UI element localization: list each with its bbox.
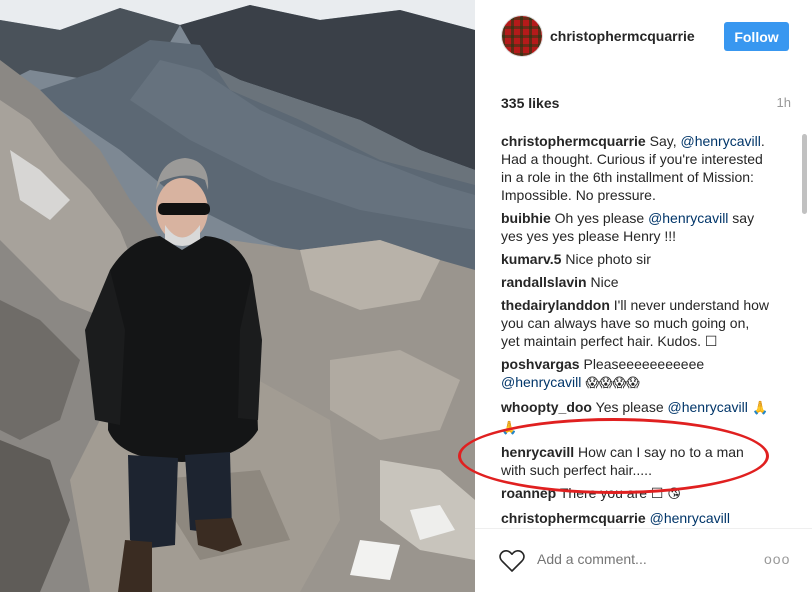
comment-text: Nice	[586, 274, 619, 290]
post-panel: christophermcquarrie Follow 335 likes 1h…	[458, 0, 812, 592]
comment-text: Nice photo sir	[561, 251, 651, 267]
more-options-icon[interactable]: ooo	[764, 551, 790, 567]
comments-scrollbar[interactable]	[798, 124, 808, 528]
avatar[interactable]	[501, 15, 543, 57]
comment-item: poshvargas Pleaseeeeeeeeeee @henrycavill…	[501, 355, 769, 393]
comment-text: Say,	[645, 133, 681, 149]
comment-item: randallslavin Nice	[501, 273, 769, 291]
comment-item: buibhie Oh yes please @henrycavill say y…	[501, 209, 769, 245]
comment-username[interactable]: randallslavin	[501, 274, 587, 290]
post-time[interactable]: 1h	[777, 95, 791, 110]
mention-link[interactable]: @henrycavill	[680, 133, 760, 149]
comment-username[interactable]: christophermcquarrie	[501, 510, 646, 526]
comment-item: christophermcquarrie Say, @henrycavill. …	[501, 132, 769, 204]
comment-username[interactable]: poshvargas	[501, 356, 580, 372]
comment-username[interactable]: kumarv.5	[501, 251, 561, 267]
follow-button[interactable]: Follow	[724, 22, 789, 51]
emoji-text: 😱😱😱😱	[581, 376, 640, 391]
likes-row: 335 likes 1h	[501, 95, 791, 115]
mention-link[interactable]: @henrycavill	[650, 510, 730, 526]
post-header: christophermcquarrie Follow	[475, 0, 812, 75]
comment-text: Yes please	[592, 399, 668, 415]
mention-link[interactable]: @henrycavill	[668, 399, 748, 415]
likes-count[interactable]: 335 likes	[501, 95, 559, 111]
heart-icon[interactable]	[499, 549, 525, 573]
mention-link[interactable]: @henrycavill	[648, 210, 728, 226]
comment-item: kumarv.5 Nice photo sir	[501, 250, 769, 268]
scrollbar-thumb[interactable]	[802, 134, 807, 214]
comment-item: thedairylanddon I'll never understand ho…	[501, 296, 769, 350]
comment-username[interactable]: thedairylanddon	[501, 297, 610, 313]
comment-username[interactable]: buibhie	[501, 210, 551, 226]
comment-item: christophermcquarrie @henrycavill	[501, 509, 769, 527]
comment-text: Oh yes please	[550, 210, 649, 226]
comment-text: Pleaseeeeeeeeeee	[579, 356, 705, 372]
comment-footer: ooo	[475, 528, 812, 592]
mention-link[interactable]: @henrycavill	[501, 374, 581, 390]
photo-scene	[0, 0, 475, 592]
comment-username[interactable]: whoopty_doo	[501, 399, 592, 415]
annotation-circle	[458, 418, 769, 494]
post-photo	[0, 0, 475, 592]
post-author-username[interactable]: christophermcquarrie	[550, 28, 695, 44]
comment-username[interactable]: christophermcquarrie	[501, 133, 646, 149]
add-comment-input[interactable]	[537, 551, 737, 567]
